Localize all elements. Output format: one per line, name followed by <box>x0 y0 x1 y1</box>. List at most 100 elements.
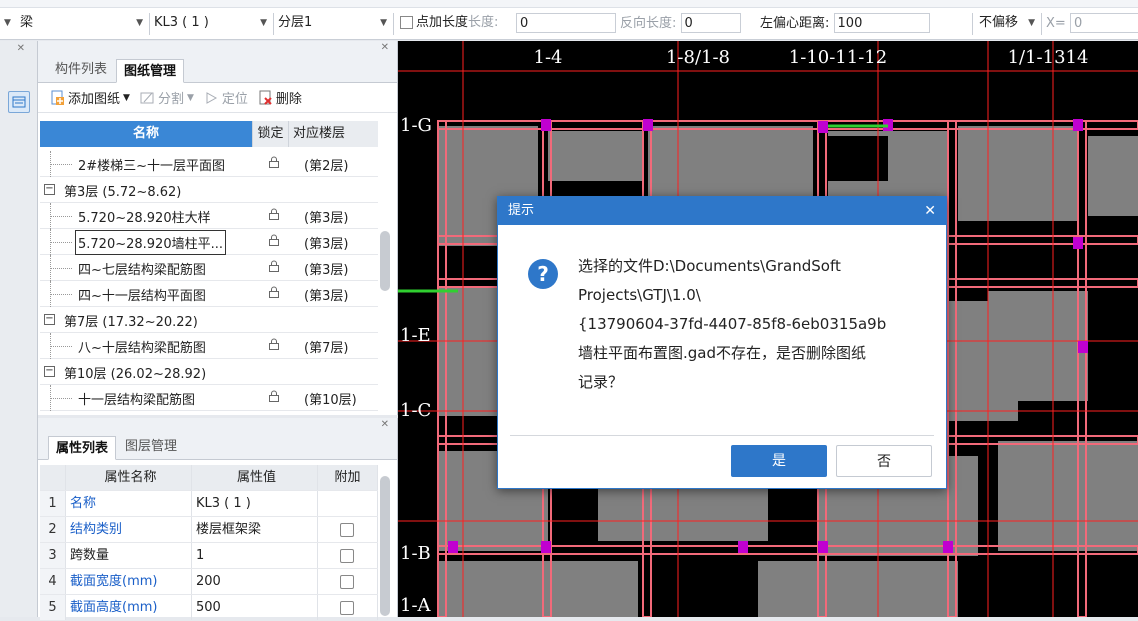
column <box>738 541 748 553</box>
axis-label: 1-8/1-8 <box>666 47 730 68</box>
property-row[interactable]: 4 截面宽度(mm) 200 <box>40 569 378 595</box>
message-line: 记录？ <box>578 373 624 391</box>
drawing-row[interactable]: 2#楼梯三~十一层平面图 (第2层) <box>40 151 378 177</box>
property-value[interactable]: 500 <box>192 595 318 620</box>
offset-mode-value: 不偏移 <box>979 15 1019 30</box>
dialog-title-bar: 提示 ✕ <box>498 197 946 225</box>
tab-property-list[interactable]: 属性列表 <box>48 436 117 460</box>
panel-toggle-icon[interactable] <box>8 91 30 113</box>
element-type-value: 梁 <box>20 15 34 30</box>
property-row[interactable]: 1 名称 KL3 ( 1 ) <box>40 491 378 517</box>
column <box>1073 119 1083 131</box>
column <box>541 541 551 553</box>
reverse-length-label: 反向长度: <box>620 15 677 31</box>
component-value: KL3 ( 1 ) <box>154 15 209 30</box>
tab-drawing-management[interactable]: 图纸管理 <box>116 59 185 83</box>
checkbox[interactable] <box>340 575 354 589</box>
collapse-icon[interactable]: − <box>44 314 55 325</box>
lock-icon[interactable] <box>268 234 280 246</box>
floor-group-row[interactable]: − 第7层 (17.32~20.22) <box>40 307 378 333</box>
scrollbar[interactable] <box>380 476 390 616</box>
row-number: 1 <box>40 491 66 516</box>
split-button[interactable]: 分割 ▼ <box>140 88 194 107</box>
property-value[interactable]: 楼层框架梁 <box>192 517 318 542</box>
drawing-row[interactable]: 5.720~28.920墙柱平... (第3层) <box>40 229 378 255</box>
component-select[interactable]: KL3 ( 1 ) ▼ <box>150 13 274 35</box>
column <box>1078 341 1088 353</box>
split-label: 分割 <box>157 92 184 107</box>
split-icon <box>140 90 155 105</box>
tree-line <box>50 268 72 269</box>
close-icon[interactable]: ✕ <box>381 42 389 53</box>
drawing-row[interactable]: 八~十层结构梁配筋图 (第7层) <box>40 333 378 359</box>
message-line: Projects\GTJ\1.0\ <box>578 286 701 304</box>
chevron-down-icon: ▼ <box>380 18 387 28</box>
no-button[interactable]: 否 <box>836 445 932 477</box>
tab-component-list[interactable]: 构件列表 <box>48 58 114 82</box>
floor-group-row[interactable]: − 第3层 (5.72~8.62) <box>40 177 378 203</box>
dialog-message: 选择的文件D:\Documents\GrandSoft Projects\GTJ… <box>578 252 928 397</box>
message-line: {13790604-37fd-4407-85f8-6eb0315a9b <box>578 315 887 333</box>
slab-region <box>988 291 1088 401</box>
row-number: 2 <box>40 517 66 542</box>
offset-mode-select[interactable]: 不偏移 ▼ <box>972 13 1042 35</box>
lock-icon[interactable] <box>268 390 280 402</box>
column <box>541 119 551 131</box>
checkbox-icon[interactable] <box>400 16 413 29</box>
lock-icon[interactable] <box>268 260 280 272</box>
property-row[interactable]: 3 跨数量 1 <box>40 543 378 569</box>
checkbox[interactable] <box>340 601 354 615</box>
length-input[interactable] <box>516 13 616 33</box>
floor-group-row[interactable]: − 第10层 (26.02~28.92) <box>40 359 378 385</box>
add-length-label: 点加长度 <box>416 15 469 30</box>
lock-icon[interactable] <box>268 286 280 298</box>
checkbox[interactable] <box>340 549 354 563</box>
chevron-down-icon: ▼ <box>186 92 194 103</box>
drawing-row[interactable]: 四~七层结构梁配筋图 (第3层) <box>40 255 378 281</box>
drawing-row[interactable]: 5.720~28.920柱大样 (第3层) <box>40 203 378 229</box>
delete-button[interactable]: 删除 <box>258 88 302 107</box>
property-table-header: 属性名称 属性值 附加 <box>40 465 378 491</box>
close-icon[interactable]: ✕ <box>381 419 389 430</box>
add-drawing-button[interactable]: 添加图纸 ▼ <box>50 88 130 107</box>
lock-icon[interactable] <box>268 338 280 350</box>
tree-line <box>50 242 72 243</box>
dialog-title: 提示 <box>508 203 535 218</box>
drawing-row[interactable]: 十一层结构梁配筋图 (第10层) <box>40 385 378 411</box>
property-value[interactable]: 1 <box>192 543 318 568</box>
checkbox[interactable] <box>340 523 354 537</box>
locate-button[interactable]: 定位 <box>204 88 248 107</box>
dialog-divider <box>510 435 934 436</box>
left-offset-input[interactable] <box>833 13 930 33</box>
slab-region <box>998 441 1138 551</box>
slab-region <box>438 561 638 617</box>
question-icon: ? <box>528 259 558 289</box>
property-row[interactable]: 2 结构类别 楼层框架梁 <box>40 517 378 543</box>
yes-button[interactable]: 是 <box>731 445 827 477</box>
column-property-value: 属性值 <box>192 465 318 490</box>
collapse-icon[interactable]: − <box>44 366 55 377</box>
collapse-icon[interactable]: − <box>44 184 55 195</box>
tree-line <box>50 294 72 295</box>
add-length-checkbox[interactable]: 点加长度长度: <box>400 13 498 35</box>
drawing-row[interactable]: 四~十一层结构平面图 (第3层) <box>40 281 378 307</box>
layer-select[interactable]: 分层1 ▼ <box>274 13 394 35</box>
message-line: 选择的文件D:\Documents\GrandSoft <box>578 257 841 275</box>
property-row[interactable]: 5 截面高度(mm) 500 <box>40 595 378 621</box>
close-icon[interactable]: ✕ <box>17 43 25 54</box>
reverse-length-input[interactable] <box>680 13 741 33</box>
slab-region <box>758 561 958 617</box>
x-input[interactable] <box>1069 13 1138 33</box>
scrollbar[interactable] <box>380 231 390 291</box>
property-value[interactable]: 200 <box>192 569 318 594</box>
length-label: 长度: <box>468 15 499 30</box>
element-type-select[interactable]: ▼ 梁 ▼ <box>0 13 150 35</box>
close-icon[interactable]: ✕ <box>924 197 936 225</box>
lock-icon[interactable] <box>268 156 280 168</box>
row-number-header <box>40 465 66 490</box>
lock-icon[interactable] <box>268 208 280 220</box>
property-panel: ✕ 属性列表 图层管理 属性名称 属性值 附加 1 名称 KL3 ( 1 ) 2 结构类… <box>38 418 398 621</box>
tab-layer-management[interactable]: 图层管理 <box>118 435 184 459</box>
property-value[interactable]: KL3 ( 1 ) <box>192 491 318 516</box>
property-name: 名称 <box>66 491 192 516</box>
